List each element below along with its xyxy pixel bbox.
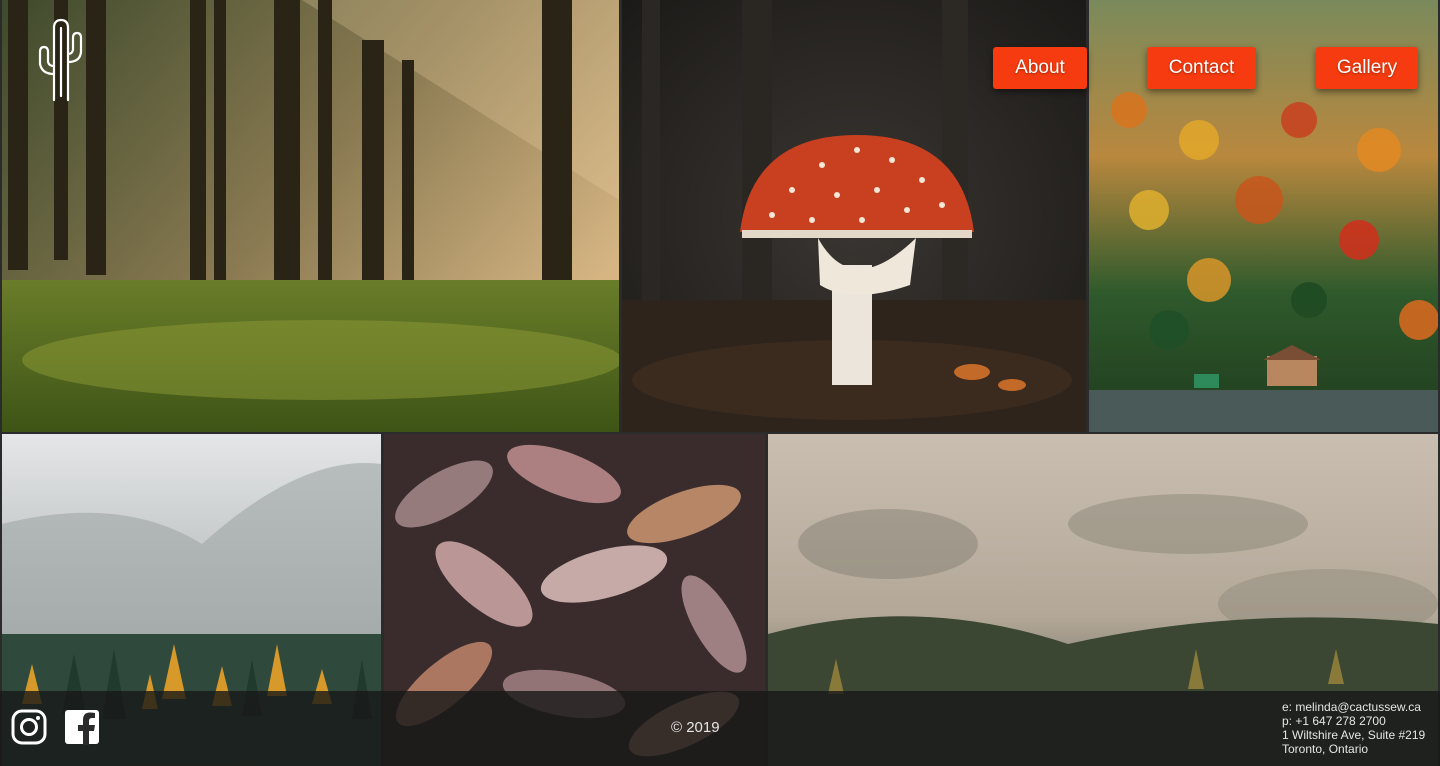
instagram-icon[interactable] [10,708,48,746]
copyright-text: © 2019 [671,719,720,736]
cactus-icon[interactable] [30,16,92,106]
contact-phone[interactable]: p: +1 647 278 2700 [1282,714,1425,728]
contact-address-line1: 1 Wiltshire Ave, Suite #219 [1282,728,1426,742]
facebook-icon[interactable] [63,708,101,746]
contact-address-line2: Toronto, Ontario [1282,742,1369,756]
contact-email[interactable]: e: melinda@cactussew.ca [1282,700,1425,714]
footer: © 2019 e: melinda@cactussew.ca p: +1 647… [0,691,1440,766]
nav-gallery-button[interactable]: Gallery [1316,47,1418,89]
contact-info: e: melinda@cactussew.ca p: +1 647 278 27… [1282,700,1425,756]
nav-contact-button[interactable]: Contact [1147,47,1256,89]
gallery-image-forest [2,0,619,432]
nav-about-button[interactable]: About [993,47,1087,89]
